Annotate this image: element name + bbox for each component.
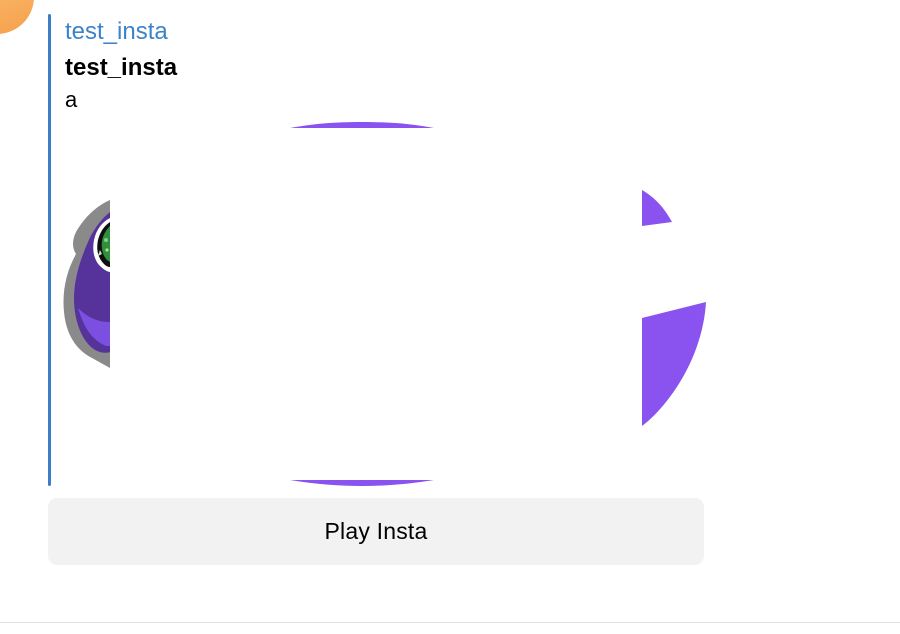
game-preview-image[interactable] bbox=[62, 122, 706, 486]
divider bbox=[0, 622, 900, 623]
avatar[interactable] bbox=[0, 0, 34, 34]
accent-bar bbox=[48, 14, 51, 486]
game-title: test_insta bbox=[65, 54, 178, 81]
sticker-left bbox=[63, 200, 110, 368]
white-overlay bbox=[110, 122, 706, 486]
game-message: test_insta test_insta a bbox=[48, 14, 708, 486]
chat-view: test_insta test_insta a Play Insta bbox=[0, 0, 900, 634]
play-game-button-label: Play Insta bbox=[324, 518, 428, 544]
game-preview-graphic bbox=[63, 122, 706, 486]
game-description: a bbox=[65, 87, 78, 112]
play-game-button[interactable]: Play Insta bbox=[48, 498, 704, 565]
game-site-name: test_insta bbox=[65, 18, 168, 45]
